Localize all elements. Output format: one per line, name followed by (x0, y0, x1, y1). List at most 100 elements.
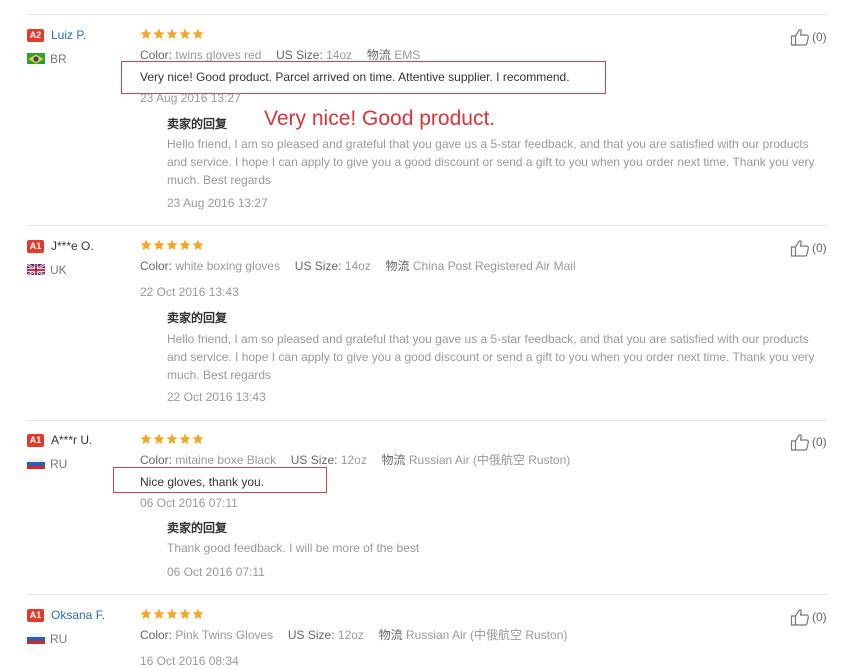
level-badge: A1 (27, 434, 44, 447)
logistics-value: Russian Air (中俄航空 Ruston) (408, 453, 571, 467)
helpful-button[interactable]: (0) (790, 608, 827, 626)
thumbs-up-icon (790, 239, 810, 257)
star-rating (140, 608, 204, 622)
star-icon (153, 608, 165, 620)
size-value: 14oz (344, 259, 371, 273)
size-label: US Size: (290, 453, 338, 467)
seller-reply-date: 22 Oct 2016 13:43 (167, 390, 266, 404)
star-icon (166, 608, 178, 620)
star-icon (179, 28, 191, 40)
uk-flag-icon (27, 263, 45, 275)
helpful-count: (0) (812, 241, 827, 255)
star-icon (192, 433, 204, 445)
thumbs-up-icon (790, 608, 810, 626)
seller-reply-date: 23 Aug 2016 13:27 (167, 196, 268, 210)
star-rating (140, 433, 204, 447)
level-badge: A1 (27, 609, 44, 622)
seller-reply-text: Thank good feedback. I will be more of t… (167, 541, 420, 555)
star-icon (140, 433, 152, 445)
star-icon (166, 433, 178, 445)
color-value: twins gloves red (175, 48, 262, 62)
star-icon (166, 239, 178, 251)
color-value: mitaine boxe Black (175, 453, 277, 467)
star-icon (153, 28, 165, 40)
color-value: Pink Twins Gloves (175, 628, 274, 642)
star-icon (192, 608, 204, 620)
star-icon (153, 433, 165, 445)
star-icon (153, 239, 165, 251)
reviewer-name: J***e O. (51, 239, 94, 253)
size-value: 12oz (337, 628, 364, 642)
logistics-label: 物流 (385, 259, 410, 273)
helpful-count: (0) (812, 30, 827, 44)
logistics-value: Russian Air (中俄航空 Ruston) (405, 628, 568, 642)
logistics-label: 物流 (366, 48, 391, 62)
reviewer-name-link[interactable]: Oksana F. (51, 608, 105, 622)
reviewer-country: RU (50, 457, 68, 471)
color-label: Color: (140, 259, 173, 273)
level-badge: A1 (27, 240, 44, 253)
review-divider (27, 225, 827, 226)
size-label: US Size: (276, 48, 323, 62)
seller-reply-date: 06 Oct 2016 07:11 (167, 565, 265, 579)
color-label: Color: (140, 453, 173, 467)
logistics-value: EMS (394, 48, 421, 62)
thumbs-up-icon (790, 28, 810, 46)
star-icon (192, 28, 204, 40)
review-divider (27, 420, 827, 421)
helpful-button[interactable]: (0) (790, 239, 827, 257)
seller-reply-title: 卖家的回复 (167, 521, 228, 535)
star-icon (192, 239, 204, 251)
size-value: 12oz (340, 453, 367, 467)
star-rating (140, 239, 204, 253)
logistics-value: China Post Registered Air Mail (412, 259, 576, 273)
color-value: white boxing gloves (175, 259, 281, 273)
reviewer-name-link[interactable]: Luiz P. (51, 28, 86, 42)
order-details: Color: Pink Twins Gloves US Size: 12oz 物… (140, 628, 567, 642)
size-label: US Size: (287, 628, 335, 642)
helpful-button[interactable]: (0) (790, 433, 827, 451)
review-date: 22 Oct 2016 13:43 (140, 285, 239, 299)
order-details: Color: white boxing gloves US Size: 14oz… (140, 259, 576, 273)
size-label: US Size: (294, 259, 342, 273)
top-divider (27, 14, 827, 15)
level-badge: A2 (27, 29, 44, 42)
star-icon (140, 239, 152, 251)
star-icon (179, 239, 191, 251)
color-label: Color: (140, 628, 173, 642)
color-label: Color: (140, 48, 173, 62)
review-divider (27, 594, 827, 595)
annotation-overlay-text: Very nice! Good product. (264, 107, 496, 130)
order-details: Color: mitaine boxe Black US Size: 12oz … (140, 453, 570, 467)
review-comment: Nice gloves, thank you. (140, 475, 265, 489)
seller-reply-text: Hello friend, I am so pleased and gratef… (167, 332, 815, 382)
helpful-button[interactable]: (0) (790, 28, 827, 46)
reviewer-country: RU (50, 632, 68, 646)
star-icon (166, 28, 178, 40)
seller-reply-title: 卖家的回复 (167, 311, 228, 325)
order-details: Color: twins gloves red US Size: 14oz 物流… (140, 48, 420, 62)
helpful-count: (0) (812, 435, 827, 449)
br-flag-icon (27, 52, 45, 64)
logistics-label: 物流 (378, 628, 403, 642)
logistics-label: 物流 (381, 453, 406, 467)
star-icon (140, 608, 152, 620)
helpful-count: (0) (812, 610, 827, 624)
reviewer-country: UK (50, 263, 67, 277)
star-icon (179, 433, 191, 445)
star-icon (140, 28, 152, 40)
seller-reply-title: 卖家的回复 (167, 117, 228, 131)
review-date: 06 Oct 2016 07:11 (140, 496, 238, 510)
review-date: 23 Aug 2016 13:27 (140, 91, 241, 105)
reviewer-name: A***r U. (51, 433, 93, 447)
review-date: 16 Oct 2016 08:34 (140, 654, 239, 668)
seller-reply-text: Hello friend, I am so pleased and gratef… (167, 137, 815, 187)
size-value: 14oz (326, 48, 353, 62)
star-icon (179, 608, 191, 620)
ru-flag-icon (27, 457, 45, 469)
ru-flag-icon (27, 632, 45, 644)
thumbs-up-icon (790, 433, 810, 451)
star-rating (140, 28, 204, 42)
review-comment: Very nice! Good product. Parcel arrived … (140, 70, 570, 84)
reviewer-country: BR (50, 52, 67, 66)
